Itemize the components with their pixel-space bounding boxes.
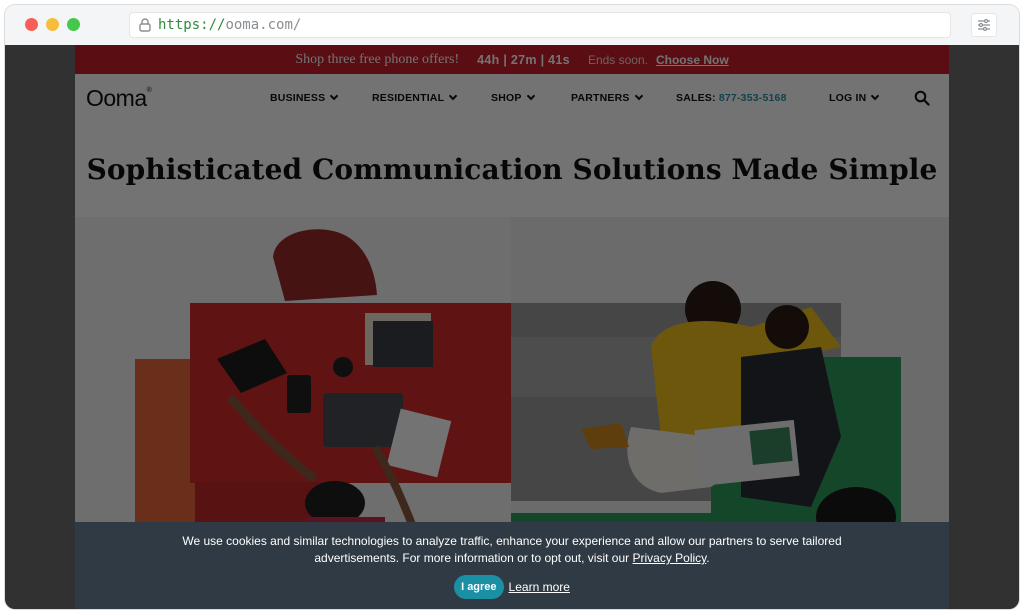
page-viewport: Shop three free phone offers! 44h | 27m … bbox=[5, 45, 1019, 609]
chevron-down-icon bbox=[871, 91, 880, 101]
browser-toolbar: https://ooma.com/ bbox=[5, 5, 1019, 45]
hero-title: Sophisticated Communication Solutions Ma… bbox=[86, 152, 938, 186]
sales-phone-link[interactable]: 877-353-5168 bbox=[719, 92, 787, 104]
lock-icon bbox=[139, 18, 151, 32]
sliders-icon[interactable] bbox=[971, 13, 997, 37]
chevron-down-icon bbox=[330, 91, 339, 101]
nav-sales[interactable]: SALES: 877-353-5168 bbox=[676, 92, 787, 104]
promo-countdown: 44h | 27m | 41s bbox=[477, 52, 570, 67]
login-label: LOG IN bbox=[829, 92, 867, 104]
sales-label: SALES: bbox=[676, 92, 716, 104]
choose-now-link[interactable]: Choose Now bbox=[656, 53, 729, 67]
nav-business[interactable]: BUSINESS bbox=[270, 91, 339, 104]
main-nav: Ooma® BUSINESS RESIDENTIAL SHOP PARTNERS… bbox=[75, 74, 949, 121]
cookie-text: We use cookies and similar technologies … bbox=[182, 534, 842, 565]
privacy-policy-link[interactable]: Privacy Policy bbox=[633, 551, 707, 565]
promo-ends: Ends soon. bbox=[587, 52, 648, 67]
address-bar[interactable]: https://ooma.com/ bbox=[129, 12, 951, 38]
nav-residential-label: RESIDENTIAL bbox=[372, 92, 445, 104]
nav-business-label: BUSINESS bbox=[270, 92, 326, 104]
promo-banner: Shop three free phone offers! 44h | 27m … bbox=[75, 45, 949, 74]
cookie-consent-banner: We use cookies and similar technologies … bbox=[75, 522, 949, 609]
minimize-window-button[interactable] bbox=[46, 18, 59, 31]
nav-shop[interactable]: SHOP bbox=[491, 91, 535, 104]
ooma-logo[interactable]: Ooma® bbox=[86, 85, 152, 112]
maximize-window-button[interactable] bbox=[67, 18, 80, 31]
cookie-actions: I agree Learn more bbox=[75, 575, 949, 599]
chevron-down-icon bbox=[634, 91, 643, 101]
chevron-down-icon bbox=[526, 91, 535, 101]
nav-shop-label: SHOP bbox=[491, 92, 522, 104]
browser-window: https://ooma.com/ Shop three free phone … bbox=[5, 5, 1019, 609]
promo-offer: Shop three free phone offers! bbox=[295, 51, 460, 67]
search-icon[interactable] bbox=[914, 90, 930, 106]
cookie-message: We use cookies and similar technologies … bbox=[75, 533, 949, 567]
i-agree-button[interactable]: I agree bbox=[454, 575, 504, 599]
logo-text: Ooma bbox=[86, 85, 147, 111]
cookie-text-end: . bbox=[706, 551, 710, 565]
chevron-down-icon bbox=[448, 91, 458, 101]
nav-login[interactable]: LOG IN bbox=[829, 91, 880, 104]
close-window-button[interactable] bbox=[25, 18, 38, 31]
learn-more-link[interactable]: Learn more bbox=[509, 580, 570, 594]
nav-partners-label: PARTNERS bbox=[571, 92, 630, 104]
url-host: ooma.com/ bbox=[225, 17, 302, 33]
hero-title-band: Sophisticated Communication Solutions Ma… bbox=[75, 121, 949, 217]
nav-residential[interactable]: RESIDENTIAL bbox=[372, 91, 458, 104]
url-scheme: https:// bbox=[158, 17, 226, 33]
nav-partners[interactable]: PARTNERS bbox=[571, 91, 643, 104]
